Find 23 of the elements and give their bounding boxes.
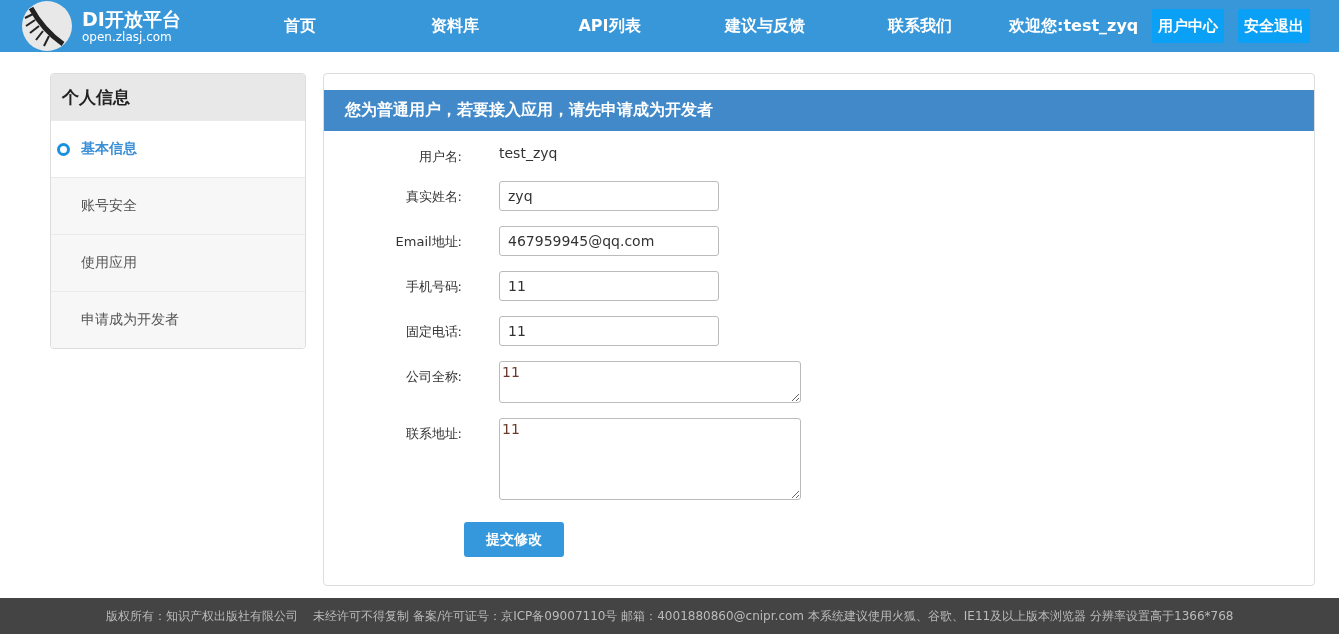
field-label: 真实姓名:	[404, 188, 462, 206]
field-label: 手机号码:	[404, 278, 462, 296]
input-field[interactable]: 11	[499, 271, 719, 301]
site-title: DI开放平台	[82, 8, 182, 30]
field-label: 公司全称:	[404, 368, 462, 386]
text-area[interactable]: 11	[499, 361, 801, 403]
sidebar-title: 个人信息	[51, 74, 305, 120]
footer-text: 版权所有：知识产权出版社有限公司 未经许可不得复制 备案/许可证号：京ICP备09007110号 邮箱：4001880860@cnipr.com 本系统建议使用火狐、谷歌、IE11及以上版本浏览器 分辨率设置高于1366*768	[0, 598, 1339, 634]
username-value: test_zyq	[499, 145, 558, 161]
field-label: Email地址:	[394, 233, 462, 251]
sidebar-item[interactable]: 申请成为开发者	[51, 291, 305, 348]
welcome-text: 欢迎您:test_zyq	[1009, 15, 1139, 37]
input-field[interactable]: 11	[499, 316, 719, 346]
notice-banner: 您为普通用户，若要接入应用，请先申请成为开发者	[324, 90, 1314, 131]
logo-icon	[21, 0, 73, 52]
field-label: 固定电话:	[404, 323, 462, 341]
radio-icon	[57, 143, 70, 156]
field-label: 联系地址:	[404, 425, 462, 443]
field-label: 用户名:	[417, 148, 462, 166]
input-field[interactable]: 467959945@qq.com	[499, 226, 719, 256]
site-url: open.zlasj.com	[82, 30, 173, 44]
input-field[interactable]: zyq	[499, 181, 719, 211]
text-area[interactable]: 11	[499, 418, 801, 500]
